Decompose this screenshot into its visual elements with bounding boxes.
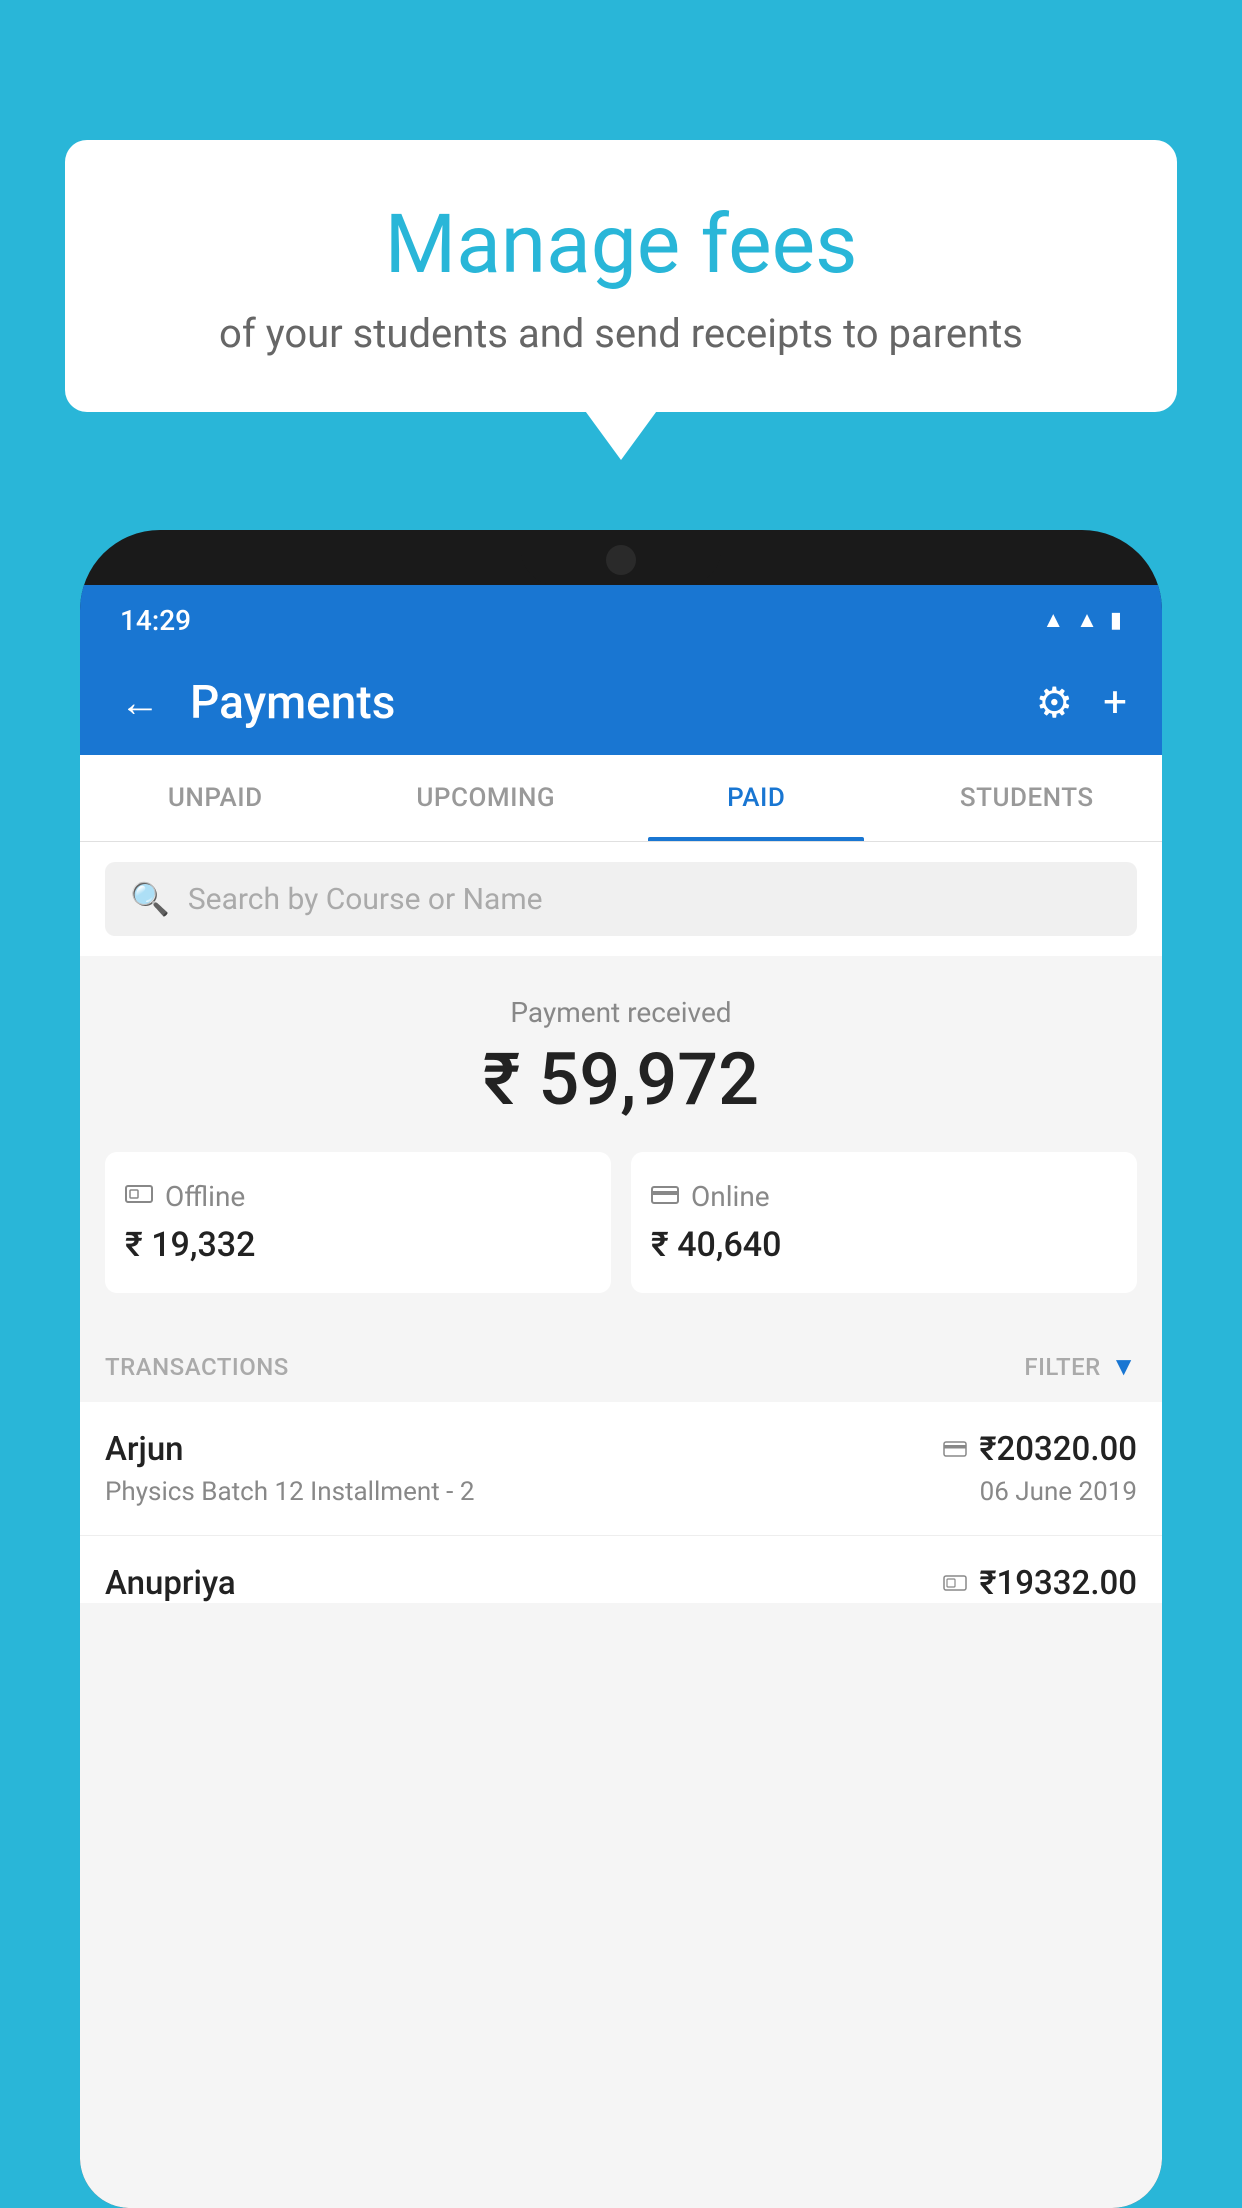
app-title: Payments: [190, 676, 1011, 730]
tabs-container: UNPAID UPCOMING PAID STUDENTS: [80, 755, 1162, 842]
status-icons: ▲ ▲ ▮: [1042, 607, 1122, 633]
card-pay-icon: [943, 1435, 967, 1465]
status-time: 14:29: [120, 604, 191, 637]
online-amount: ₹ 40,640: [651, 1225, 781, 1265]
online-card-header: Online: [651, 1180, 770, 1213]
transaction-amount-anupriya: ₹19332.00: [979, 1564, 1137, 1603]
cash-icon: [125, 1180, 153, 1213]
transaction-amount-row-anupriya: ₹19332.00: [943, 1564, 1137, 1603]
battery-icon: ▮: [1110, 608, 1122, 633]
offline-card: Offline ₹ 19,332: [105, 1152, 611, 1293]
wifi-icon: ▲: [1042, 607, 1064, 633]
transactions-label: TRANSACTIONS: [105, 1353, 289, 1381]
transaction-amount-arjun: ₹20320.00: [979, 1430, 1137, 1469]
phone-frame: 14:29 ▲ ▲ ▮ ← Payments ⚙ + UNPAID: [80, 530, 1162, 2208]
transaction-name-arjun: Arjun: [105, 1430, 184, 1469]
bubble-subtitle: of your students and send receipts to pa…: [115, 310, 1127, 357]
offline-label: Offline: [165, 1180, 245, 1213]
transaction-name-anupriya: Anupriya: [105, 1564, 236, 1603]
search-placeholder: Search by Course or Name: [188, 882, 543, 917]
transaction-amount-row: ₹20320.00: [943, 1430, 1137, 1469]
bubble-title: Manage fees: [115, 200, 1127, 290]
search-icon: 🔍: [130, 880, 170, 918]
transaction-row-top: Arjun ₹20320.00: [105, 1430, 1137, 1469]
phone-inner: 14:29 ▲ ▲ ▮ ← Payments ⚙ + UNPAID: [80, 585, 1162, 2208]
transaction-row-bottom: Physics Batch 12 Installment - 2 06 June…: [105, 1477, 1137, 1507]
status-bar: 14:29 ▲ ▲ ▮: [80, 585, 1162, 650]
filter-label: FILTER: [1024, 1353, 1100, 1381]
payment-total-amount: ₹ 59,972: [105, 1037, 1137, 1122]
transaction-date-arjun: 06 June 2019: [980, 1477, 1137, 1507]
speech-bubble: Manage fees of your students and send re…: [65, 140, 1177, 412]
signal-icon: ▲: [1076, 607, 1098, 633]
online-card: Online ₹ 40,640: [631, 1152, 1137, 1293]
tab-upcoming[interactable]: UPCOMING: [351, 755, 622, 841]
payment-summary: Payment received ₹ 59,972: [80, 956, 1162, 1323]
transaction-row-anupriya-top: Anupriya ₹19332.00: [105, 1564, 1137, 1603]
app-content: 🔍 Search by Course or Name Payment recei…: [80, 842, 1162, 2208]
app-bar: ← Payments ⚙ +: [80, 650, 1162, 755]
payment-received-label: Payment received: [105, 996, 1137, 1029]
cash-pay-icon: [943, 1569, 967, 1599]
tab-paid[interactable]: PAID: [621, 755, 892, 841]
app-bar-actions: ⚙ +: [1036, 678, 1128, 728]
tab-students[interactable]: STUDENTS: [892, 755, 1163, 841]
transaction-course-arjun: Physics Batch 12 Installment - 2: [105, 1477, 474, 1507]
offline-card-header: Offline: [125, 1180, 245, 1213]
transaction-item-anupriya[interactable]: Anupriya ₹19332.00: [80, 1536, 1162, 1603]
search-container: 🔍 Search by Course or Name: [80, 842, 1162, 956]
back-button[interactable]: ←: [115, 674, 165, 731]
phone-notch: [521, 530, 721, 585]
filter-button[interactable]: FILTER ▼: [1024, 1351, 1137, 1382]
settings-icon[interactable]: ⚙: [1036, 678, 1074, 728]
background: Manage fees of your students and send re…: [0, 0, 1242, 2208]
filter-icon: ▼: [1111, 1351, 1137, 1382]
online-label: Online: [691, 1180, 770, 1213]
speech-bubble-container: Manage fees of your students and send re…: [65, 140, 1177, 412]
add-button[interactable]: +: [1103, 678, 1127, 727]
card-icon: [651, 1180, 679, 1213]
payment-cards: Offline ₹ 19,332: [105, 1152, 1137, 1293]
search-bar[interactable]: 🔍 Search by Course or Name: [105, 862, 1137, 936]
transaction-item-arjun[interactable]: Arjun ₹20320.00 Physics: [80, 1402, 1162, 1536]
transactions-header: TRANSACTIONS FILTER ▼: [80, 1323, 1162, 1402]
offline-amount: ₹ 19,332: [125, 1225, 255, 1265]
tab-unpaid[interactable]: UNPAID: [80, 755, 351, 841]
